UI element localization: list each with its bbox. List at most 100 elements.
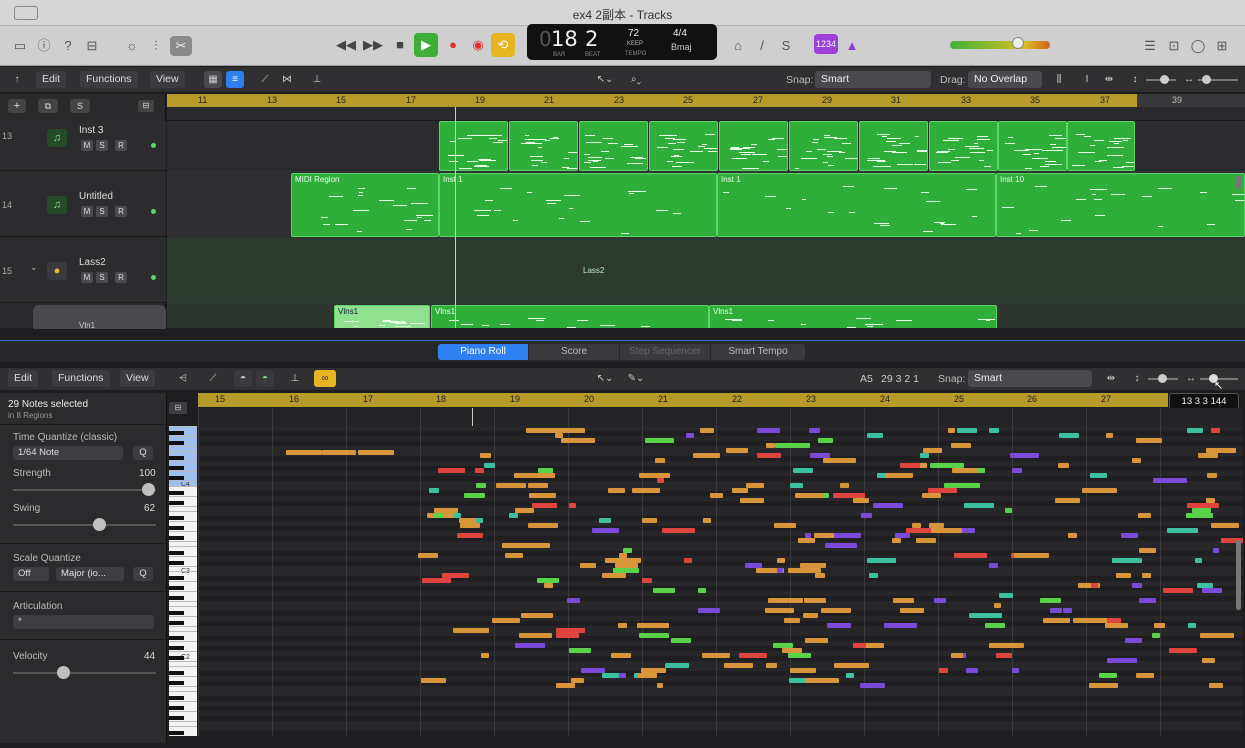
- horizontal-zoom-icon[interactable]: ↔: [1180, 71, 1198, 88]
- midi-note[interactable]: [526, 428, 555, 433]
- midi-note[interactable]: [995, 653, 1013, 658]
- midi-note[interactable]: [845, 673, 855, 678]
- arrange-ruler[interactable]: 11 13 15 17 19 21 23 25 27 29 31 33 35 3…: [167, 94, 1137, 108]
- midi-note[interactable]: [1098, 673, 1117, 678]
- piano-automation-icon[interactable]: ⟋: [204, 370, 222, 387]
- track-settings-icon[interactable]: ⊟: [138, 100, 154, 112]
- scale-quantize-q-button[interactable]: Q: [133, 567, 153, 581]
- midi-note[interactable]: [765, 608, 795, 613]
- midi-note[interactable]: [790, 668, 817, 673]
- midi-note[interactable]: [798, 538, 816, 543]
- midi-note[interactable]: [1210, 523, 1239, 528]
- toolbar-icon[interactable]: ⊟: [82, 36, 102, 56]
- notes-icon[interactable]: ⊡: [1164, 36, 1184, 56]
- midi-note[interactable]: [1116, 573, 1132, 578]
- midi-note[interactable]: [1168, 648, 1198, 653]
- black-key[interactable]: [169, 611, 184, 615]
- midi-note[interactable]: [1138, 548, 1156, 553]
- mute-button[interactable]: M: [81, 272, 93, 283]
- midi-note[interactable]: [1090, 473, 1107, 478]
- velocity-knob[interactable]: [57, 666, 70, 679]
- midi-note[interactable]: [724, 663, 753, 668]
- mixer-icon[interactable]: ⫶: [146, 36, 166, 56]
- midi-note[interactable]: [810, 453, 831, 458]
- midi-note[interactable]: [529, 493, 557, 498]
- midi-note[interactable]: [872, 503, 904, 508]
- midi-note[interactable]: [1009, 453, 1039, 458]
- piano-catch-icon[interactable]: ⊥: [286, 370, 304, 387]
- link-icon[interactable]: ∞: [314, 370, 336, 387]
- midi-note[interactable]: [528, 483, 548, 488]
- midi-note[interactable]: [774, 443, 810, 448]
- midi-note[interactable]: [1049, 608, 1062, 613]
- solo-icon[interactable]: S: [776, 36, 796, 56]
- horizontal-zoom-knob[interactable]: [1202, 75, 1211, 84]
- swing-knob[interactable]: [93, 518, 106, 531]
- midi-note[interactable]: [496, 483, 527, 488]
- midi-note[interactable]: [1012, 668, 1020, 673]
- piano-vertical-scrollbar[interactable]: [1236, 540, 1241, 610]
- midi-note[interactable]: [543, 583, 554, 588]
- midi-note[interactable]: [893, 598, 914, 603]
- velocity-slider[interactable]: [13, 672, 156, 674]
- zoom-tool-icon[interactable]: ⌕⌄: [622, 71, 650, 88]
- pointer-tool-icon[interactable]: ↖⌄: [592, 71, 618, 88]
- midi-note[interactable]: [813, 533, 834, 538]
- midi-note[interactable]: [459, 523, 480, 528]
- midi-note[interactable]: [1131, 583, 1142, 588]
- midi-note[interactable]: [618, 623, 628, 628]
- midi-note[interactable]: [479, 453, 492, 458]
- vertical-zoom-icon[interactable]: ↕: [1126, 71, 1144, 88]
- add-track-icon[interactable]: +: [8, 99, 26, 113]
- midi-note[interactable]: [638, 673, 658, 678]
- strength-slider[interactable]: [13, 489, 156, 491]
- midi-note[interactable]: [776, 568, 784, 573]
- black-key[interactable]: [169, 551, 184, 555]
- midi-note[interactable]: [827, 623, 851, 628]
- black-key[interactable]: [169, 621, 184, 625]
- midi-note[interactable]: [861, 513, 872, 518]
- region-inst3-7[interactable]: [859, 121, 928, 171]
- midi-note[interactable]: [693, 453, 720, 458]
- midi-note[interactable]: [665, 663, 690, 668]
- midi-note[interactable]: [1090, 583, 1098, 588]
- midi-note[interactable]: [580, 668, 605, 673]
- midi-note[interactable]: [927, 488, 958, 493]
- midi-note[interactable]: [491, 618, 520, 623]
- track-name[interactable]: Inst 3: [79, 125, 103, 136]
- midi-note[interactable]: [463, 493, 485, 498]
- region-inst3-5[interactable]: [719, 121, 788, 171]
- track-header-inst3[interactable]: 13 ♫ Inst 3 M S R: [0, 121, 166, 171]
- time-quantize-select[interactable]: 1/64 Note: [13, 446, 123, 460]
- midi-note[interactable]: [792, 468, 814, 473]
- midi-note[interactable]: [699, 428, 714, 433]
- midi-note[interactable]: [944, 483, 980, 488]
- midi-note[interactable]: [1186, 503, 1220, 508]
- midi-note[interactable]: [1153, 478, 1188, 483]
- midi-note[interactable]: [804, 598, 826, 603]
- tracks-functions-menu[interactable]: Functions: [80, 71, 138, 88]
- midi-note[interactable]: [1207, 473, 1218, 478]
- midi-note[interactable]: [452, 628, 489, 633]
- tab-score[interactable]: Score: [529, 344, 619, 360]
- arrange-ruler-tail[interactable]: 39: [1137, 94, 1245, 108]
- midi-note[interactable]: [504, 553, 524, 558]
- piano-vertical-zoom-knob[interactable]: [1158, 374, 1167, 383]
- midi-note[interactable]: [555, 633, 579, 638]
- midi-note[interactable]: [671, 638, 691, 643]
- help-icon[interactable]: ?: [58, 36, 78, 56]
- midi-note[interactable]: [569, 648, 591, 653]
- tracks-area[interactable]: Lass2 MIDI Region Inst 1 Inst 1 Inst 10 …: [167, 107, 1245, 328]
- collapse-icon[interactable]: ⩤: [174, 370, 192, 387]
- midi-note[interactable]: [662, 528, 696, 533]
- midi-note[interactable]: [683, 558, 692, 563]
- black-key[interactable]: [169, 586, 184, 590]
- midi-note[interactable]: [765, 663, 777, 668]
- region-inst1-b[interactable]: Inst 1: [717, 173, 996, 237]
- capture-record-icon[interactable]: ◉: [466, 33, 490, 57]
- midi-note[interactable]: [815, 573, 825, 578]
- midi-note[interactable]: [437, 468, 465, 473]
- midi-note[interactable]: [459, 518, 476, 523]
- mute-button[interactable]: M: [81, 140, 93, 151]
- black-key[interactable]: [169, 536, 184, 540]
